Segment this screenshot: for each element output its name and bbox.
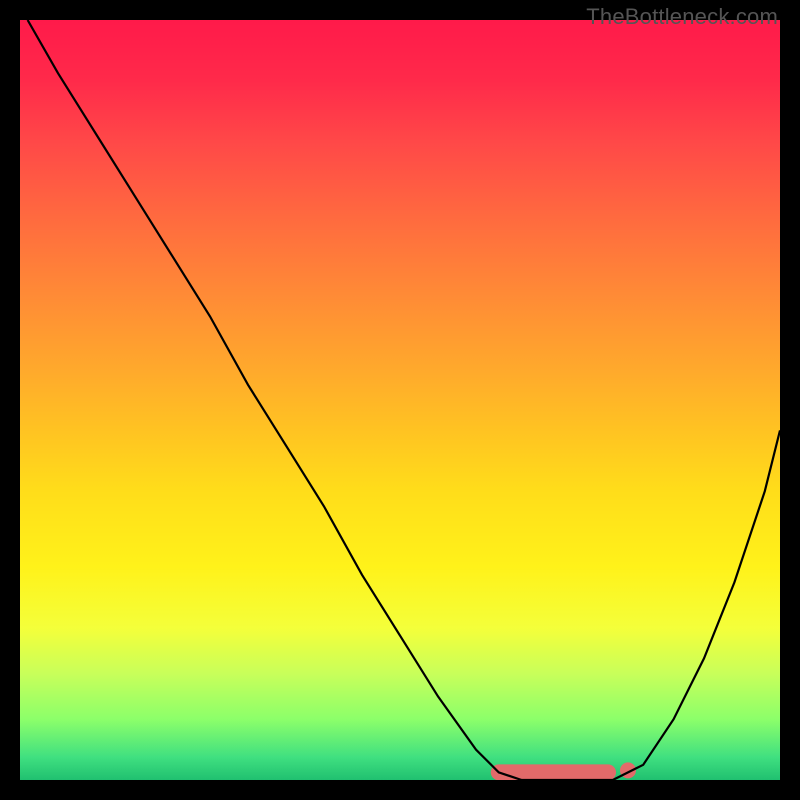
- plot-area: [20, 20, 780, 780]
- curve-layer: [20, 20, 780, 780]
- bottleneck-curve: [28, 20, 780, 780]
- watermark-text: TheBottleneck.com: [586, 4, 778, 30]
- chart-frame: TheBottleneck.com: [0, 0, 800, 800]
- highlight-band: [499, 762, 636, 778]
